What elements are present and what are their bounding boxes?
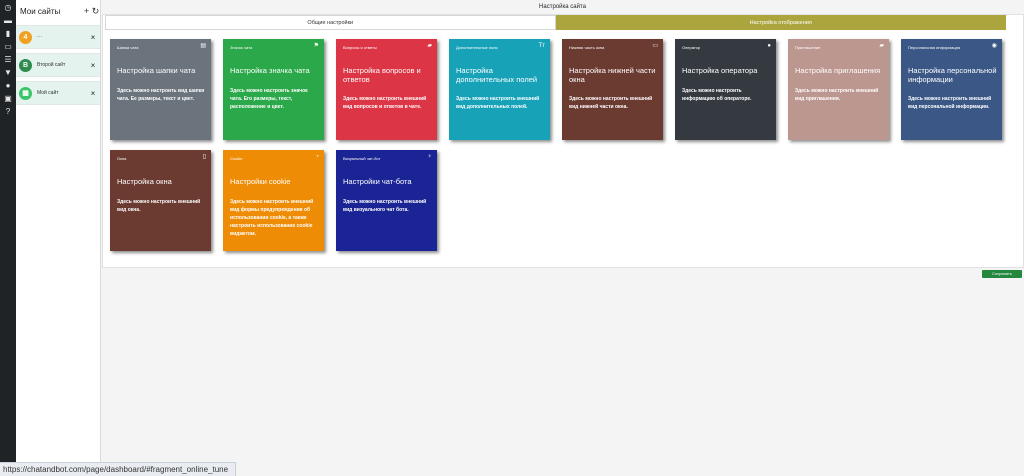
tab-display-settings[interactable]: Настройка отображения — [555, 15, 1006, 30]
card-header: Вопросы и ответы — [343, 45, 377, 50]
card-description: Здесь можно настроить информацию об опер… — [682, 88, 752, 102]
card-title: Настройка дополнительных полей — [456, 66, 538, 84]
card-header: Окна — [117, 156, 127, 161]
card-description: Здесь можно настроить внешний вид нижней… — [569, 96, 653, 110]
card-header: Значок чата — [230, 45, 253, 50]
help-icon[interactable]: ? — [0, 106, 16, 117]
settings-card[interactable]: Визуальный чат-бот ♆ Настройки чат-бота Зде… — [336, 150, 437, 251]
users-icon[interactable]: ☰ — [0, 54, 16, 65]
sites-header: Мои сайты + ↻ — [16, 0, 100, 22]
close-icon[interactable]: × — [89, 33, 97, 42]
card-title: Настройка окна — [117, 177, 172, 186]
card-description: Здесь можно настроить внешний вид окна. — [117, 199, 201, 213]
sites-panel: Мои сайты + ↻ 4 ··· × B Второй сайт × ▦ … — [16, 0, 101, 476]
card-description: Здесь можно настроить значок чата. Его р… — [230, 88, 308, 110]
refresh-icon[interactable]: ↻ — [91, 6, 100, 17]
nav-rail: ◷ ▬ ▮ ▭ ☰ ▼ ● ▣ ? — [0, 0, 16, 476]
card-header: Шапка чата — [117, 45, 139, 50]
site-avatar: ▦ — [19, 86, 32, 100]
card-description: Здесь можно настроить внешний вид вопрос… — [343, 96, 427, 110]
site-name: ··· — [37, 34, 42, 40]
settings-card[interactable]: Вопросы и ответы ▰ Настройка вопросов и от… — [336, 39, 437, 140]
comment-icon: ▰ — [427, 43, 432, 49]
site-item[interactable]: B Второй сайт × — [16, 53, 100, 77]
card-title: Настройка нижней части окна — [569, 66, 656, 84]
card-header: Дополнительные поля — [456, 45, 498, 50]
card-description: Здесь можно настроить внешний вид персон… — [908, 96, 992, 110]
card-header: Cookie — [230, 156, 243, 161]
image-icon[interactable]: ▭ — [0, 41, 16, 52]
card-description: Здесь можно настроить внешний вид дополн… — [456, 96, 540, 110]
card-header: Персональная информация — [908, 45, 961, 50]
site-name: Второй сайт — [37, 62, 66, 68]
add-icon[interactable]: + — [82, 6, 91, 16]
close-icon[interactable]: × — [89, 89, 97, 98]
site-avatar: 4 — [19, 30, 32, 44]
card-description: Здесь можно настроить внешний вид визуал… — [343, 199, 427, 213]
card-description: Здесь можно настроить вид шапки чата. Ее… — [117, 88, 205, 102]
plug-icon: ♆ — [427, 154, 433, 160]
close-icon[interactable]: × — [89, 61, 97, 70]
folder-icon[interactable]: ▬ — [0, 15, 16, 26]
settings-card[interactable]: Нижняя часть окна ▭ Настройка нижней части… — [562, 39, 663, 140]
card-description: Здесь можно настроить внешний вид формы … — [230, 199, 314, 237]
site-avatar: B — [19, 58, 32, 72]
card-header: Визуальный чат-бот — [343, 156, 381, 161]
page-title: Настройка сайта — [539, 4, 586, 10]
card-title: Настройка вопросов и ответов — [343, 66, 421, 84]
status-bar-url: https://chatandbot.com/page/dashboard/#f… — [0, 462, 236, 476]
card-title: Настройка персональной информации — [908, 66, 997, 84]
flag-icon: ⚑ — [313, 43, 319, 49]
settings-card[interactable]: Значок чата ⚑ Настройка значка чата Здесь м… — [223, 39, 324, 140]
card-header: Оператор — [682, 45, 701, 50]
save-button[interactable]: Сохранить — [982, 270, 1022, 278]
card-title: Настройка значка чата — [230, 66, 310, 75]
tab-general-settings[interactable]: Общие настройки — [105, 15, 556, 30]
chat-icon[interactable]: ▮ — [0, 28, 16, 39]
site-item[interactable]: ▦ Мой сайт × — [16, 81, 100, 105]
user-circle-icon[interactable]: ● — [0, 80, 16, 91]
book-icon: ▭ — [652, 43, 658, 49]
card-title: Настройка приглашения — [795, 66, 881, 75]
sites-title: Мои сайты — [20, 6, 61, 16]
card-title: Настройки чат-бота — [343, 177, 412, 186]
site-item[interactable]: 4 ··· × — [16, 25, 100, 49]
cookie-icon: ◔ — [315, 154, 319, 160]
settings-card[interactable]: Приглашение ▰ Настройка приглашения Здесь м… — [788, 39, 889, 140]
settings-card[interactable]: Шапка чата ▤ Настройка шапки чата Здесь мож… — [110, 39, 211, 140]
window-icon[interactable]: ▣ — [0, 93, 16, 104]
user-icon: ● — [767, 43, 771, 49]
card-title: Настройка оператора — [682, 66, 758, 75]
globe-icon: ◉ — [991, 43, 997, 49]
site-name: Мой сайт — [37, 90, 59, 96]
main-content: Настройка сайта Общие настройки Настройк… — [101, 0, 1024, 476]
settings-card[interactable]: Окна ▯ Настройка окна Здесь можно настроить… — [110, 150, 211, 251]
text-size-icon: Tт — [538, 43, 545, 49]
tab-bar: Общие настройки Настройка отображения — [105, 15, 1006, 30]
comment-icon: ▰ — [879, 43, 884, 49]
card-header: Приглашение — [795, 45, 821, 50]
plugin-icon[interactable]: ▼ — [0, 67, 16, 78]
settings-card[interactable]: Cookie ◔ Настройки cookie Здесь можно настр… — [223, 150, 324, 251]
card-title: Настройка шапки чата — [117, 66, 196, 75]
settings-card[interactable]: Дополнительные поля Tт Настройка дополните… — [449, 39, 550, 140]
settings-panel: Общие настройки Настройка отображения Ша… — [102, 14, 1024, 278]
card-header: Нижняя часть окна — [569, 45, 605, 50]
mobile-icon: ▯ — [202, 154, 206, 160]
dashboard-icon[interactable]: ◷ — [0, 2, 16, 13]
settings-card[interactable]: Оператор ● Настройка оператора Здесь можно … — [675, 39, 776, 140]
card-description: Здесь можно настроить внешний вид пригла… — [795, 88, 879, 102]
document-icon: ▤ — [200, 43, 206, 49]
card-title: Настройки cookie — [230, 177, 291, 186]
settings-card[interactable]: Персональная информация ◉ Настройка персон… — [901, 39, 1002, 140]
